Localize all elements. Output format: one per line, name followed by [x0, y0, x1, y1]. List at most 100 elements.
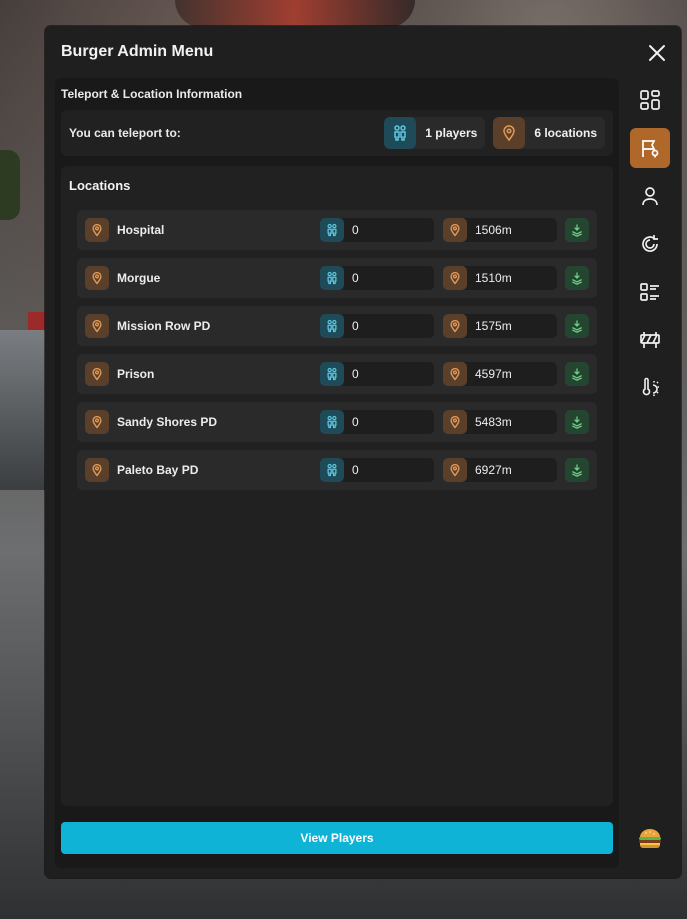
- distance-value: 6927m: [475, 463, 512, 477]
- location-pin-icon: [443, 362, 467, 386]
- locations-chip-label: 6 locations: [534, 126, 597, 140]
- window-title: Burger Admin Menu: [61, 43, 214, 60]
- teleport-icon: [572, 464, 582, 477]
- teleport-button[interactable]: [565, 458, 589, 482]
- teleport-icon: [572, 224, 582, 237]
- distance: 1510m: [443, 266, 557, 290]
- location-pin-icon: [85, 410, 109, 434]
- distance-value: 4597m: [475, 367, 512, 381]
- teleport-icon: [572, 272, 582, 285]
- flag-location-icon: [642, 140, 659, 158]
- location-name: Hospital: [117, 223, 165, 237]
- location-name: Mission Row PD: [117, 319, 211, 333]
- teleport-button[interactable]: [565, 410, 589, 434]
- location-pin-icon: [85, 362, 109, 386]
- teleport-icon: [572, 320, 582, 333]
- locations-list: Hospital 0 1506m Morgue 0 1510m Mission …: [77, 210, 597, 498]
- teleport-button[interactable]: [565, 314, 589, 338]
- close-button[interactable]: [645, 41, 669, 65]
- dashboard-icon: [640, 90, 660, 110]
- location-pin-icon: [85, 314, 109, 338]
- location-pin-icon: [493, 117, 526, 149]
- admin-menu-window: Burger Admin Menu Teleport & Location In…: [45, 26, 681, 878]
- locations-chip: 6 locations: [493, 117, 605, 149]
- burger-logo-icon: [637, 826, 663, 852]
- players-value: 0: [352, 319, 359, 333]
- sidebar-item-player[interactable]: [630, 176, 670, 216]
- location-row: Paleto Bay PD 0 6927m: [77, 450, 597, 490]
- teleport-icon: [572, 416, 582, 429]
- distance: 4597m: [443, 362, 557, 386]
- background-building: [0, 330, 46, 490]
- sidebar-item-weather[interactable]: [630, 368, 670, 408]
- sidebar-item-teleport[interactable]: [630, 128, 670, 168]
- players-count: 0: [320, 362, 434, 386]
- location-pin-icon: [85, 266, 109, 290]
- players-count: 0: [320, 218, 434, 242]
- players-value: 0: [352, 415, 359, 429]
- sidebar-item-list[interactable]: [630, 272, 670, 312]
- location-pin-icon: [443, 266, 467, 290]
- location-row: Morgue 0 1510m: [77, 258, 597, 298]
- location-pin-icon: [443, 410, 467, 434]
- barrier-icon: [640, 332, 660, 348]
- location-pin-icon: [85, 218, 109, 242]
- location-row: Mission Row PD 0 1575m: [77, 306, 597, 346]
- players-count: 0: [320, 314, 434, 338]
- distance-value: 1510m: [475, 271, 512, 285]
- location-row: Hospital 0 1506m: [77, 210, 597, 250]
- location-name: Paleto Bay PD: [117, 463, 199, 477]
- background-tree: [0, 150, 20, 220]
- refresh-circle-icon: [642, 235, 658, 252]
- players-chip: 1 players: [384, 117, 486, 149]
- location-row: Prison 0 4597m: [77, 354, 597, 394]
- sidebar-item-barrier[interactable]: [630, 320, 670, 360]
- location-pin-icon: [443, 218, 467, 242]
- main-panel: Teleport & Location Information You can …: [55, 78, 619, 868]
- location-name: Prison: [117, 367, 155, 381]
- players-count: 0: [320, 266, 434, 290]
- players-icon: [320, 314, 344, 338]
- teleport-summary-bar: You can teleport to: 1 players 6 locatio…: [61, 110, 613, 156]
- teleport-button[interactable]: [565, 266, 589, 290]
- location-row: Sandy Shores PD 0 5483m: [77, 402, 597, 442]
- distance: 1506m: [443, 218, 557, 242]
- teleport-icon: [572, 368, 582, 381]
- players-value: 0: [352, 223, 359, 237]
- locations-title: Locations: [69, 178, 131, 193]
- sidebar-item-dashboard[interactable]: [630, 80, 670, 120]
- sidebar: [625, 78, 675, 868]
- user-icon: [642, 187, 658, 206]
- distance-value: 1506m: [475, 223, 512, 237]
- list-icon: [640, 283, 659, 301]
- locations-panel: Locations Hospital 0 1506m Morgue 0 1510…: [61, 166, 613, 806]
- section-label: Teleport & Location Information: [61, 87, 243, 101]
- background-sign: [175, 0, 415, 28]
- players-icon: [320, 362, 344, 386]
- players-count: 0: [320, 458, 434, 482]
- close-icon: [649, 45, 665, 61]
- players-count: 0: [320, 410, 434, 434]
- players-icon: [320, 410, 344, 434]
- location-name: Morgue: [117, 271, 161, 285]
- distance: 1575m: [443, 314, 557, 338]
- titlebar: Burger Admin Menu: [45, 26, 681, 78]
- distance: 5483m: [443, 410, 557, 434]
- background-roof: [28, 312, 46, 332]
- players-value: 0: [352, 271, 359, 285]
- players-icon: [320, 458, 344, 482]
- players-icon: [320, 266, 344, 290]
- view-players-button[interactable]: View Players: [61, 822, 613, 854]
- teleport-prompt: You can teleport to:: [69, 126, 181, 140]
- players-value: 0: [352, 367, 359, 381]
- teleport-button[interactable]: [565, 362, 589, 386]
- sidebar-item-refresh[interactable]: [630, 224, 670, 264]
- distance: 6927m: [443, 458, 557, 482]
- teleport-button[interactable]: [565, 218, 589, 242]
- location-pin-icon: [85, 458, 109, 482]
- distance-value: 1575m: [475, 319, 512, 333]
- location-name: Sandy Shores PD: [117, 415, 218, 429]
- location-pin-icon: [443, 458, 467, 482]
- players-value: 0: [352, 463, 359, 477]
- location-pin-icon: [443, 314, 467, 338]
